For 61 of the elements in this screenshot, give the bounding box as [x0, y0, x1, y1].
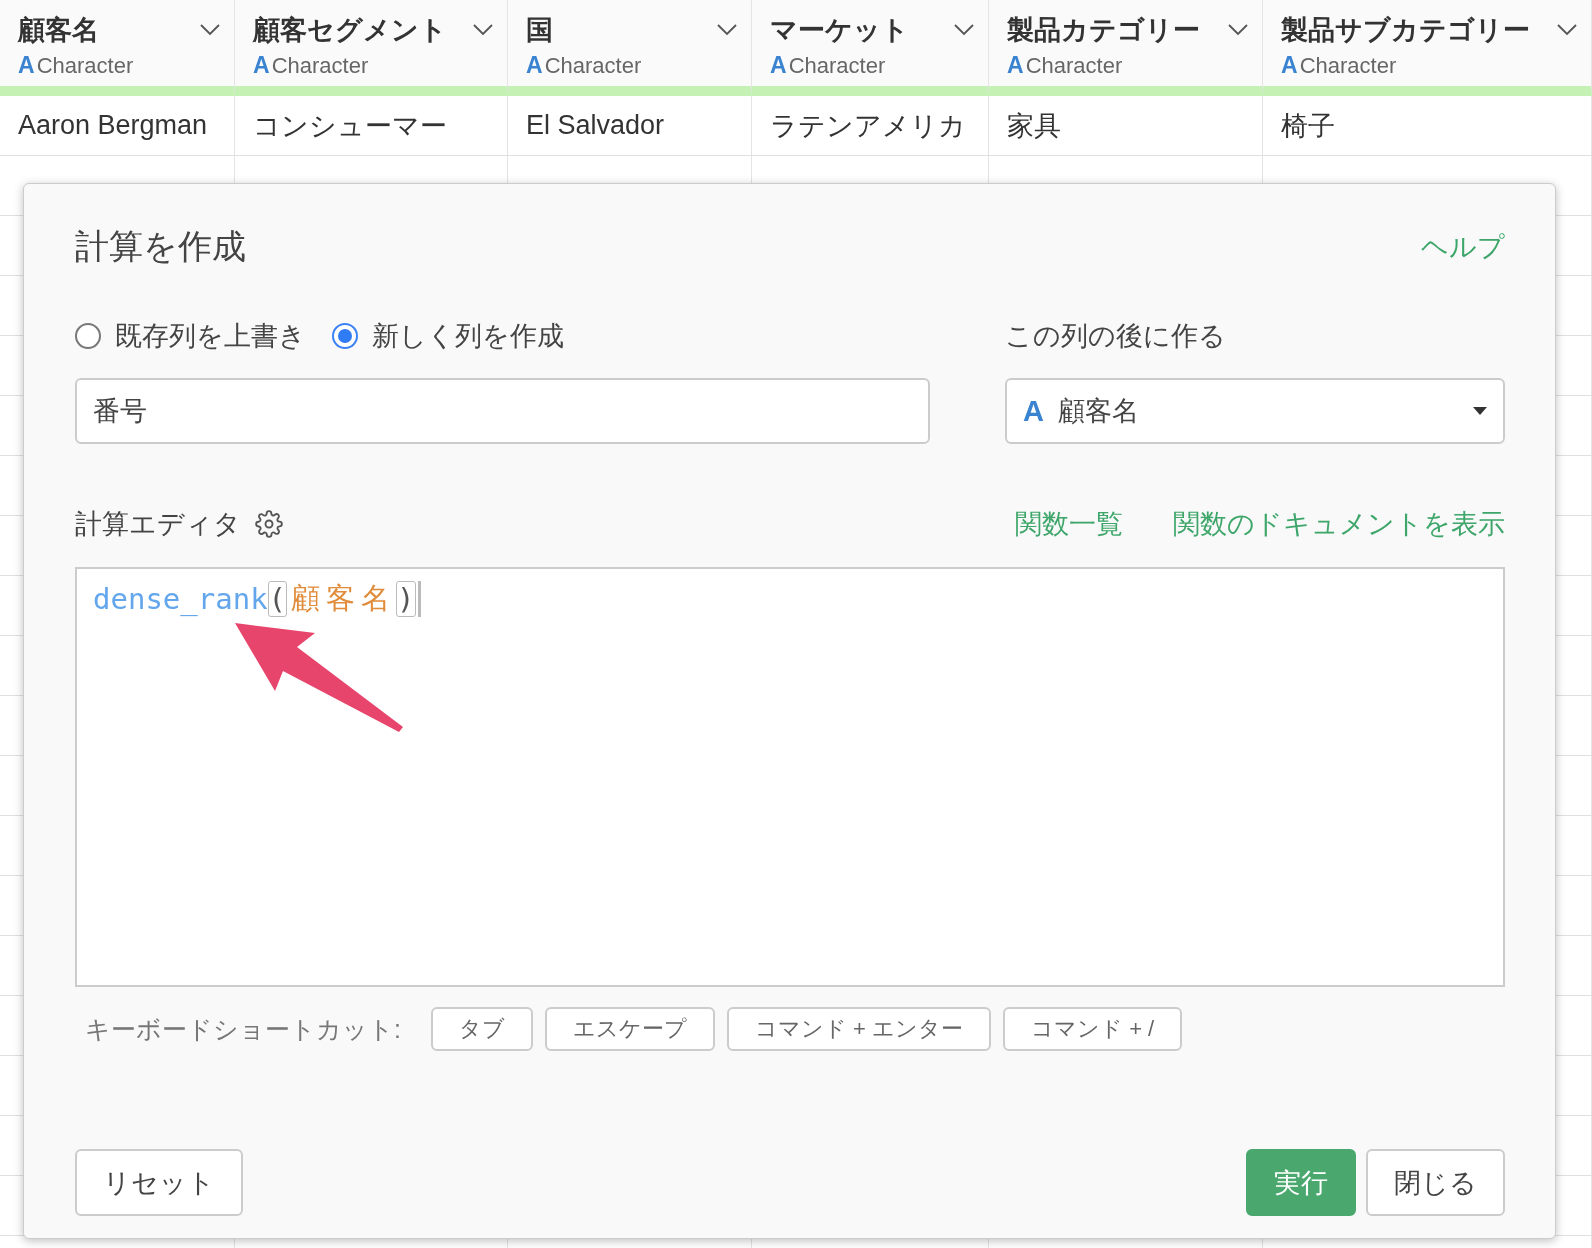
chevron-down-icon[interactable] [473, 24, 493, 36]
chevron-down-icon[interactable] [717, 24, 737, 36]
type-icon: A [18, 52, 35, 79]
column-header[interactable]: 顧客名 ACharacter [0, 0, 235, 96]
column-type: Character [544, 53, 642, 79]
column-name: 顧客セグメント [253, 14, 447, 47]
chevron-down-icon[interactable] [954, 24, 974, 36]
column-name: 製品カテゴリー [1007, 14, 1200, 47]
column-name: 国 [526, 14, 553, 47]
type-icon: A [253, 52, 270, 79]
table-cell: ラテンアメリカ [752, 96, 989, 156]
type-icon: A [1007, 52, 1024, 79]
table-cell: Aaron Bergman [0, 96, 235, 156]
shortcuts-label: キーボードショートカット: [85, 1013, 401, 1045]
column-header[interactable]: 国 ACharacter [508, 0, 752, 96]
reset-button[interactable]: リセット [75, 1149, 243, 1216]
radio-label[interactable]: 新しく列を作成 [372, 318, 564, 354]
table-cell: 家具 [989, 96, 1263, 156]
column-name: マーケット [770, 14, 909, 47]
chevron-down-icon[interactable] [200, 24, 220, 36]
shortcut-key[interactable]: コマンド + エンター [726, 1007, 992, 1051]
table-cell: コンシューマー [235, 96, 508, 156]
shortcut-key[interactable]: コマンド + / [1003, 1007, 1183, 1051]
column-type: Character [788, 53, 886, 79]
table-cell: El Salvador [508, 96, 752, 156]
argument: 顧客名 [290, 580, 397, 617]
caret-icon [1473, 407, 1487, 415]
column-header[interactable]: マーケット ACharacter [752, 0, 989, 96]
code-editor[interactable]: dense_rank( 顧客名) [75, 567, 1505, 987]
settings-icon[interactable] [255, 510, 283, 538]
chevron-down-icon[interactable] [1228, 24, 1248, 36]
position-label: この列の後に作る [1005, 320, 1226, 353]
type-icon: A [1281, 52, 1298, 79]
type-icon: A [1023, 394, 1044, 428]
parenthesis: ) [396, 581, 416, 617]
function-name: dense_rank [93, 582, 268, 616]
column-header[interactable]: 顧客セグメント ACharacter [235, 0, 508, 96]
close-button[interactable]: 閉じる [1366, 1149, 1505, 1216]
type-icon: A [526, 52, 543, 79]
parenthesis: ( [267, 581, 288, 617]
type-icon: A [770, 52, 787, 79]
radio-button[interactable] [332, 323, 358, 349]
chevron-down-icon[interactable] [1557, 24, 1577, 36]
shortcut-key[interactable]: タブ [430, 1007, 533, 1051]
column-type: Character [36, 53, 134, 79]
editor-label: 計算エディタ [75, 508, 241, 541]
radio-button[interactable] [75, 323, 101, 349]
column-name: 顧客名 [18, 14, 99, 47]
column-type: Character [1025, 53, 1123, 79]
radio-label[interactable]: 既存列を上書き [115, 318, 306, 354]
column-type: Character [1299, 53, 1397, 79]
column-type: Character [271, 53, 369, 79]
table-cell: 椅子 [1263, 96, 1592, 156]
text-cursor [417, 581, 421, 617]
dialog-title: 計算を作成 [75, 226, 246, 267]
column-name-field[interactable]: 番号 [75, 378, 930, 444]
column-header[interactable]: 製品カテゴリー ACharacter [989, 0, 1263, 96]
shortcut-key[interactable]: エスケープ [544, 1007, 715, 1051]
column-select[interactable]: A 顧客名 [1005, 378, 1505, 444]
column-name: 製品サブカテゴリー [1281, 14, 1530, 47]
column-header[interactable]: 製品サブカテゴリー ACharacter [1263, 0, 1592, 96]
